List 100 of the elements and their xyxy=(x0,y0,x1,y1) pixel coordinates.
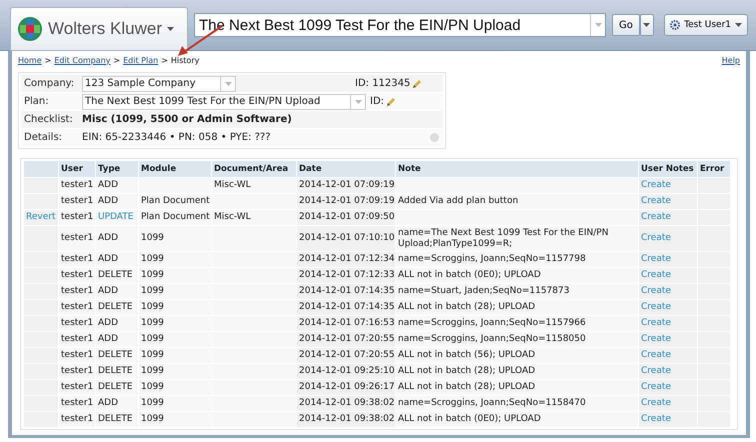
table-cell: 2014-12-01 07:12:33 xyxy=(297,268,395,283)
table-cell: 1099 xyxy=(139,348,211,363)
table-cell: 2014-12-01 07:16:53 xyxy=(297,316,395,331)
pencil-icon[interactable] xyxy=(412,78,422,88)
column-header: User xyxy=(59,161,95,177)
table-cell: ADD xyxy=(96,284,138,299)
column-header: Error xyxy=(698,161,730,177)
caret-icon xyxy=(354,100,362,104)
field-label: Checklist: xyxy=(23,114,74,125)
table-cell: 1099 xyxy=(139,226,211,251)
table-cell: 1099 xyxy=(139,412,211,427)
table-cell: name=Scroggins, Joann;SeqNo=1158050 xyxy=(396,332,638,347)
create-note-link[interactable]: Create xyxy=(641,233,671,244)
table-cell: 1099 xyxy=(139,252,211,267)
table-cell: tester1 xyxy=(59,226,95,251)
create-note-link[interactable]: Create xyxy=(641,414,671,425)
create-note-link[interactable]: Create xyxy=(641,382,671,393)
breadcrumb-link[interactable]: Home xyxy=(18,56,42,64)
create-note-link[interactable]: Create xyxy=(641,254,671,265)
table-cell: ALL not in batch (28); UPLOAD xyxy=(396,300,638,315)
type-link[interactable]: UPDATE xyxy=(98,212,134,223)
company-select[interactable]: 123 Sample Company xyxy=(82,76,236,92)
create-note-link[interactable]: Create xyxy=(641,212,671,223)
table-cell: tester1 xyxy=(59,252,95,267)
table-cell: Plan Document xyxy=(139,210,211,225)
table-cell: ALL not in batch (56); UPLOAD xyxy=(396,348,638,363)
table-cell: 2014-12-01 09:38:02 xyxy=(297,412,395,427)
table-cell: tester1 xyxy=(59,300,95,315)
table-cell: ALL not in batch (28); UPLOAD xyxy=(396,364,638,379)
table-cell: DELETE xyxy=(96,364,138,379)
plan-field-select[interactable]: The Next Best 1099 Test For the EIN/PN Upload xyxy=(82,94,366,110)
table-cell: 2014-12-01 07:14:35 xyxy=(297,284,395,299)
table-cell: 1099 xyxy=(139,284,211,299)
column-header: Document/Area xyxy=(212,161,296,177)
table-cell: tester1 xyxy=(59,332,95,347)
table-cell: tester1 xyxy=(59,178,95,193)
table-cell: ADD xyxy=(96,396,138,411)
company-id: ID: 112345 xyxy=(355,78,410,89)
go-button[interactable]: Go xyxy=(612,14,640,36)
table-cell: tester1 xyxy=(59,210,95,225)
caret-icon xyxy=(735,23,742,27)
table-cell: DELETE xyxy=(96,268,138,283)
column-header: Type xyxy=(96,161,138,177)
create-note-link[interactable]: Create xyxy=(641,196,671,207)
breadcrumb-separator: > xyxy=(44,56,52,64)
table-cell: 2014-12-01 09:25:10 xyxy=(297,364,395,379)
user-menu-button[interactable]: Test User1 xyxy=(664,14,748,36)
table-cell: tester1 xyxy=(59,364,95,379)
table-cell xyxy=(139,178,211,193)
create-note-link[interactable]: Create xyxy=(641,180,671,191)
help-link[interactable]: Help xyxy=(722,56,740,64)
create-note-link[interactable]: Create xyxy=(641,398,671,409)
table-cell: 2014-12-01 07:14:35 xyxy=(297,300,395,315)
table-cell: name=Stuart, Jaden;SeqNo=1157873 xyxy=(396,284,638,299)
create-note-link[interactable]: Create xyxy=(641,302,671,313)
table-cell: 1099 xyxy=(139,316,211,331)
table-cell: name=The Next Best 1099 Test For the EIN/PN Upload;PlanType1099=R; xyxy=(396,226,638,251)
plan-id: ID: xyxy=(370,96,384,107)
table-cell: name=Scroggins, Joann;SeqNo=1157966 xyxy=(396,316,638,331)
table-cell: 2014-12-01 07:09:50 xyxy=(297,210,395,225)
table-cell: ADD xyxy=(96,332,138,347)
table-cell: tester1 xyxy=(59,284,95,299)
table-cell: ADD xyxy=(96,194,138,209)
revert-link[interactable]: Revert xyxy=(26,212,56,223)
pencil-icon[interactable] xyxy=(386,96,396,106)
table-cell: tester1 xyxy=(59,194,95,209)
logo-icon xyxy=(17,16,43,42)
create-note-link[interactable]: Create xyxy=(641,366,671,377)
plan-select[interactable]: The Next Best 1099 Test For the EIN/PN Upload xyxy=(194,13,606,37)
caret-icon xyxy=(167,27,174,31)
gear-icon xyxy=(670,20,680,30)
breadcrumb-link[interactable]: Edit Plan xyxy=(123,56,158,64)
go-dropdown-button[interactable] xyxy=(640,14,654,36)
breadcrumb-link[interactable]: Edit Company xyxy=(54,56,110,64)
table-cell: ALL not in batch (28); UPLOAD xyxy=(396,380,638,395)
table-cell: 1099 xyxy=(139,268,211,283)
table-cell: tester1 xyxy=(59,396,95,411)
table-cell: Misc-WL xyxy=(212,210,296,225)
create-note-link[interactable]: Create xyxy=(641,270,671,281)
create-note-link[interactable]: Create xyxy=(641,318,671,329)
table-cell: tester1 xyxy=(59,268,95,283)
table-cell: ALL not in batch (0E0); UPLOAD xyxy=(396,412,638,427)
table-cell: 2014-12-01 07:12:34 xyxy=(297,252,395,267)
create-note-link[interactable]: Create xyxy=(641,350,671,361)
table-cell: tester1 xyxy=(59,316,95,331)
table-cell: 2014-12-01 07:09:19 xyxy=(297,194,395,209)
table-cell: 2014-12-01 07:10:10 xyxy=(297,226,395,251)
checklist-value: Misc (1099, 5500 or Admin Software) xyxy=(82,114,293,125)
breadcrumb-current: History xyxy=(170,56,200,64)
table-cell: tester1 xyxy=(59,348,95,363)
logo-menu-button[interactable]: Wolters Kluwer xyxy=(10,7,188,51)
column-header: Note xyxy=(396,161,638,177)
create-note-link[interactable]: Create xyxy=(641,334,671,345)
column-header: User Notes xyxy=(639,161,697,177)
table-cell: 2014-12-01 07:09:19 xyxy=(297,178,395,193)
table-cell: 1099 xyxy=(139,300,211,315)
create-note-link[interactable]: Create xyxy=(641,286,671,297)
table-cell: DELETE xyxy=(96,348,138,363)
table-cell: Added Via add plan button xyxy=(396,194,638,209)
table-cell: 2014-12-01 07:20:55 xyxy=(297,348,395,363)
